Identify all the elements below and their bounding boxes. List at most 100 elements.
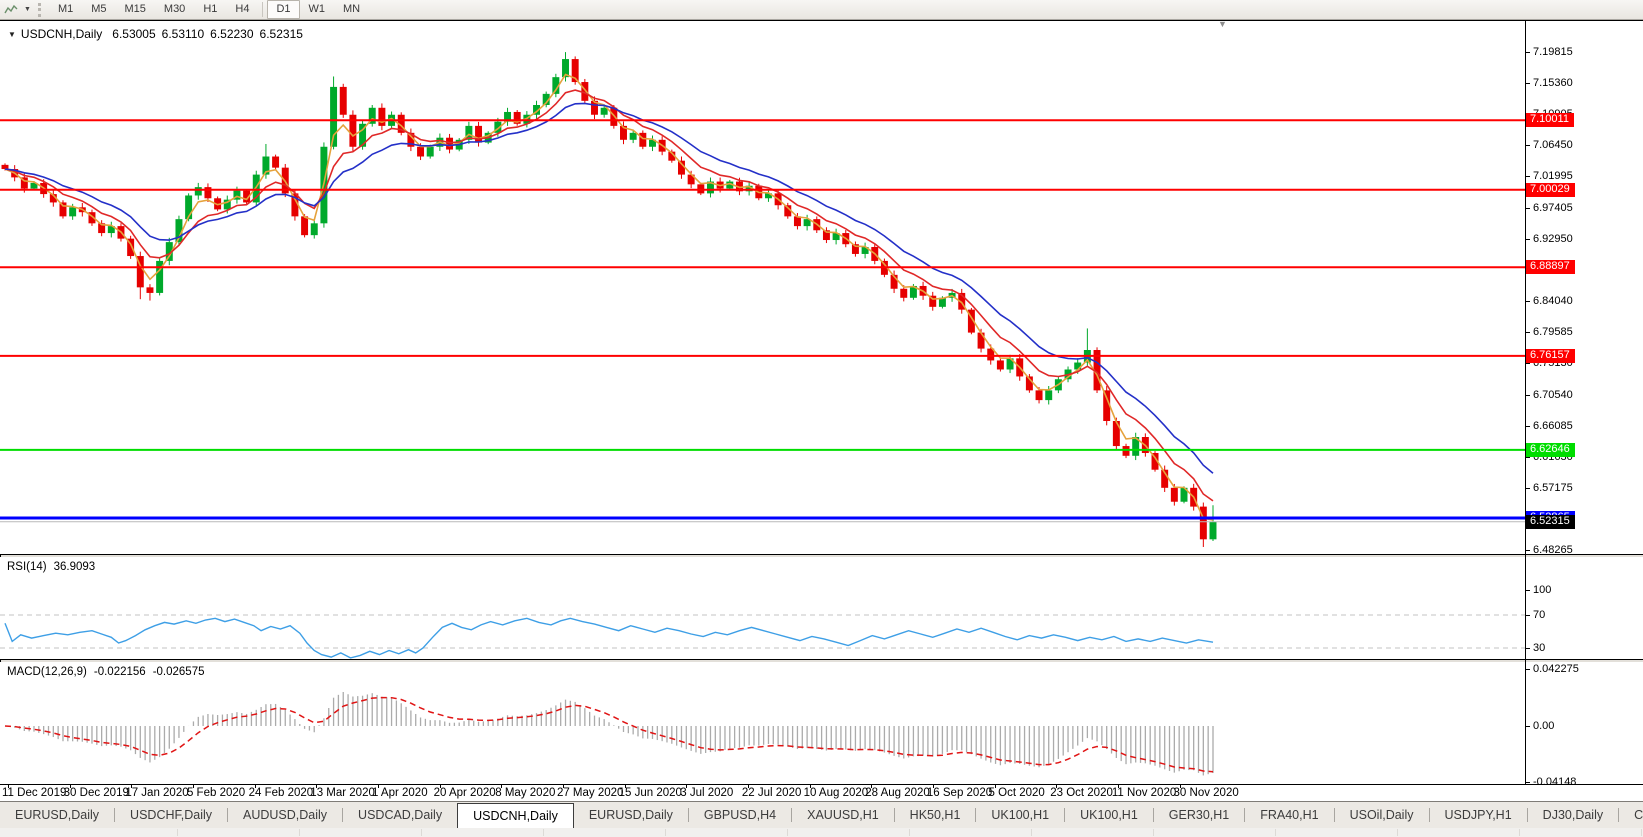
status-cell-separator <box>1519 829 1520 836</box>
price-badge-7.00029: 7.00029 <box>1526 183 1575 197</box>
tab-fra40-h1[interactable]: FRA40,H1 <box>1245 802 1333 828</box>
macd-tick-label: 0.042275 <box>1533 663 1579 675</box>
quote-high: 6.53110 <box>162 27 205 41</box>
panel-collapse-icon[interactable]: ▼ <box>1218 20 1227 28</box>
rsi-tick-label: 100 <box>1533 584 1551 596</box>
quote-low: 6.52230 <box>210 27 253 41</box>
timeframe-h1[interactable]: H1 <box>194 0 226 19</box>
status-cell-separator <box>1153 829 1154 836</box>
tabs-holder: EURUSD,DailyUSDCHF,DailyAUDUSD,DailyUSDC… <box>0 802 1643 828</box>
timeframe-mn[interactable]: MN <box>334 0 369 19</box>
main-price-chart[interactable] <box>0 21 1525 554</box>
date-label: 5 Feb 2020 <box>187 787 245 799</box>
price-badge-7.10011: 7.10011 <box>1526 113 1574 127</box>
timeframe-h4[interactable]: H4 <box>226 0 258 19</box>
chart-tab-bar: EURUSD,DailyUSDCHF,DailyAUDUSD,DailyUSDC… <box>0 801 1643 828</box>
date-label: 11 Nov 2020 <box>1112 787 1176 799</box>
status-cell-separator <box>177 829 178 836</box>
rsi-tick-label: 70 <box>1533 609 1545 621</box>
price-tick-mark <box>1526 208 1530 209</box>
chevron-down-icon[interactable]: ▼ <box>21 6 34 13</box>
tab-uk100-h1[interactable]: UK100,H1 <box>1065 802 1153 828</box>
tab-gbpusd-h4[interactable]: GBPUSD,H4 <box>689 802 791 828</box>
quote-close: 6.52315 <box>260 27 303 41</box>
price-tick-mark <box>1526 426 1530 427</box>
tab-eurusd-daily[interactable]: EURUSD,Daily <box>574 802 688 828</box>
tab-usdcad-daily[interactable]: USDCAD,Daily <box>343 802 457 828</box>
date-label: 5 Oct 2020 <box>989 787 1045 799</box>
rsi-tick-mark <box>1526 648 1530 649</box>
timeframe-m5[interactable]: M5 <box>82 0 115 19</box>
macd-label: MACD(12,26,9) -0.022156 -0.026575 <box>7 666 204 678</box>
tab-eurusd-daily[interactable]: EURUSD,Daily <box>0 802 114 828</box>
timeframe-toolbar: ▼ M1M5M15M30H1H4 D1W1MN <box>0 0 1643 20</box>
price-badge-6.62646: 6.62646 <box>1526 443 1575 457</box>
timeframe-m30[interactable]: M30 <box>155 0 194 19</box>
toolbar-separator <box>262 2 263 17</box>
price-axis-border <box>1525 21 1526 785</box>
toolbar-grip[interactable] <box>38 3 43 17</box>
chart-menu-triangle-icon[interactable]: ▼ <box>8 30 16 39</box>
tab-usoil-daily[interactable]: USOil,Daily <box>1335 802 1429 828</box>
date-axis: 11 Dec 201930 Dec 201917 Jan 20205 Feb 2… <box>0 785 1643 801</box>
macd-name: MACD(12,26,9) <box>7 666 87 678</box>
status-cell-separator <box>299 829 300 836</box>
rsi-panel[interactable] <box>0 557 1525 659</box>
date-label: 15 Jun 2020 <box>619 787 682 799</box>
timeframe-w1[interactable]: W1 <box>300 0 335 19</box>
price-tick-mark <box>1526 301 1530 302</box>
status-cell-separator <box>1397 829 1398 836</box>
price-tick-mark <box>1526 176 1530 177</box>
tab-ger30-h1[interactable]: GER30,H1 <box>1154 802 1244 828</box>
date-label: 22 Jul 2020 <box>742 787 801 799</box>
timeframe-group: M1M5M15M30H1H4 D1W1MN <box>49 0 369 19</box>
date-label: 1 Apr 2020 <box>372 787 428 799</box>
rsi-name: RSI(14) <box>7 561 47 573</box>
price-tick-mark <box>1526 52 1530 53</box>
macd-main-value: -0.022156 <box>94 666 146 678</box>
date-label: 27 May 2020 <box>557 787 624 799</box>
price-tick-mark <box>1526 395 1530 396</box>
tab-hk50-h1[interactable]: HK50,H1 <box>895 802 976 828</box>
status-cell-separator <box>1031 829 1032 836</box>
macd-tick-label: 0.00 <box>1533 720 1554 732</box>
price-tick-label: 6.79585 <box>1533 326 1573 338</box>
price-tick-label: 6.92950 <box>1533 233 1573 245</box>
chart-symbol-period: USDCNH,Daily <box>21 27 102 41</box>
tab-usdjpy-h1[interactable]: USDJPY,H1 <box>1430 802 1527 828</box>
macd-tick-mark <box>1526 669 1530 670</box>
quote-open: 6.53005 <box>112 27 155 41</box>
chart-line-icon[interactable] <box>3 3 19 17</box>
price-tick-label: 7.15360 <box>1533 77 1573 89</box>
tab-usdchf-daily[interactable]: USDCHF,Daily <box>115 802 227 828</box>
tab-audusd-daily[interactable]: AUDUSD,Daily <box>228 802 342 828</box>
chart-title: ▼ USDCNH,Daily 6.53005 6.53110 6.52230 6… <box>8 27 309 41</box>
rsi-value: 36.9093 <box>54 561 96 573</box>
tab-dj30-daily[interactable]: DJ30,Daily <box>1528 802 1618 828</box>
timeframe-m15[interactable]: M15 <box>116 0 155 19</box>
tab-usdcnh-daily[interactable]: USDCNH,Daily <box>457 803 574 828</box>
status-cell-separator <box>1275 829 1276 836</box>
status-cell-separator <box>421 829 422 836</box>
timeframe-d1[interactable]: D1 <box>267 0 299 19</box>
price-tick-label: 6.70540 <box>1533 389 1573 401</box>
timeframe-m1[interactable]: M1 <box>49 0 82 19</box>
price-tick-label: 7.19815 <box>1533 46 1573 58</box>
trading-platform-window: ▼ M1M5M15M30H1H4 D1W1MN ▼ USDCNH,Daily 6.… <box>0 0 1643 837</box>
macd-tick-mark <box>1526 726 1530 727</box>
price-tick-label: 6.57175 <box>1533 482 1573 494</box>
tab-uk100-h1[interactable]: UK100,H1 <box>976 802 1064 828</box>
price-tick-mark <box>1526 239 1530 240</box>
tab-xauusd-h1[interactable]: XAUUSD,H1 <box>792 802 894 828</box>
price-tick-mark <box>1526 550 1530 551</box>
price-tick-label: 7.06450 <box>1533 139 1573 151</box>
price-tick-label: 6.84040 <box>1533 295 1573 307</box>
rsi-tick-mark <box>1526 615 1530 616</box>
macd-panel[interactable] <box>0 662 1525 784</box>
price-badge-6.88897: 6.88897 <box>1526 260 1575 274</box>
tab-china300-h1[interactable]: CHINA300,H1 <box>1619 802 1643 828</box>
rsi-tick-label: 30 <box>1533 642 1545 654</box>
date-label: 28 Aug 2020 <box>865 787 930 799</box>
date-label: 13 Mar 2020 <box>310 787 375 799</box>
date-label: 10 Aug 2020 <box>804 787 869 799</box>
